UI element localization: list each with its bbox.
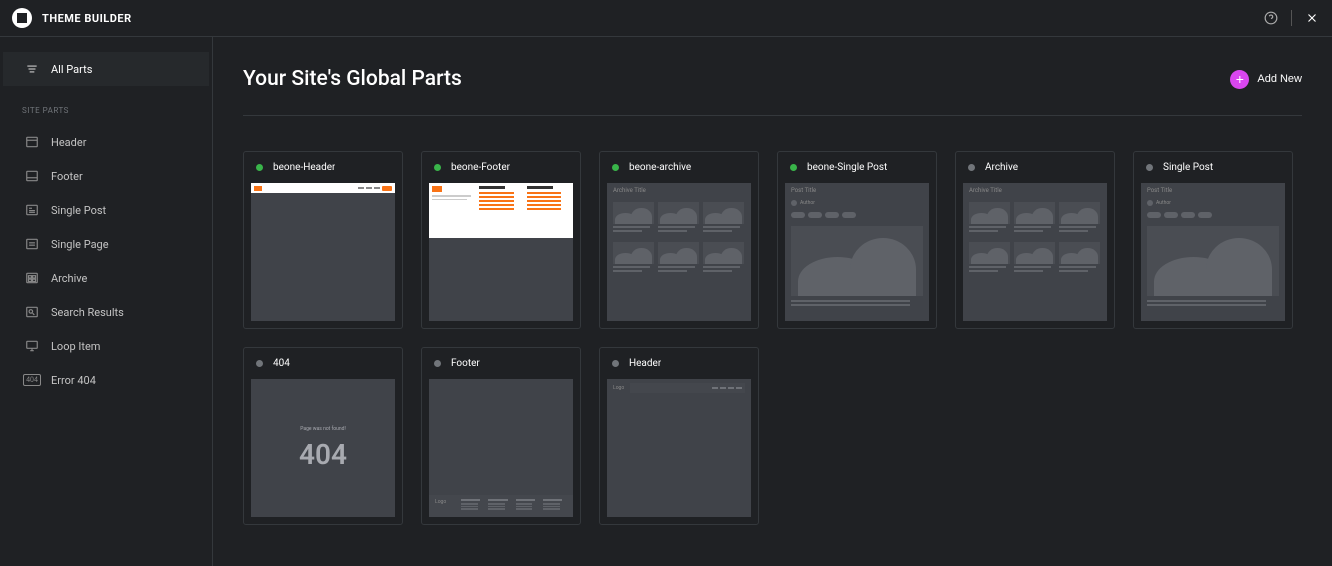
app-title: THEME BUILDER — [42, 12, 132, 25]
status-dot-inactive — [1146, 164, 1153, 171]
card-preview: Archive Title — [607, 183, 751, 321]
add-new-label: Add New — [1257, 73, 1302, 85]
add-new-button[interactable]: + Add New — [1230, 70, 1302, 89]
error-404-icon: 404 — [25, 373, 39, 387]
sidebar-item-label: Header — [51, 136, 86, 149]
card-title: Footer — [451, 358, 480, 369]
template-card[interactable]: beone-Header — [243, 151, 403, 329]
sidebar-item-label: Single Post — [51, 204, 106, 217]
help-icon[interactable] — [1263, 10, 1279, 26]
archive-icon — [25, 271, 39, 285]
card-preview — [429, 183, 573, 321]
app-header: E THEME BUILDER — [0, 0, 1332, 37]
sidebar-item-label: Search Results — [51, 306, 124, 319]
card-preview: Post Title Author — [1141, 183, 1285, 321]
header-icon — [25, 135, 39, 149]
card-header: Header — [600, 348, 758, 379]
status-dot-inactive — [612, 360, 619, 367]
card-header: Single Post — [1134, 152, 1292, 183]
sidebar-item-all-parts[interactable]: All Parts — [3, 52, 209, 86]
card-header: beone-Single Post — [778, 152, 936, 183]
card-header: 404 — [244, 348, 402, 379]
template-card[interactable]: Archive Archive Title — [955, 151, 1115, 329]
card-title: 404 — [273, 358, 290, 369]
card-title: beone-Header — [273, 162, 335, 173]
card-preview: Logo — [607, 379, 751, 517]
all-parts-icon — [25, 62, 39, 76]
sidebar-item-label: Single Page — [51, 238, 109, 251]
card-title: Header — [629, 358, 661, 369]
plus-icon: + — [1230, 70, 1249, 89]
header-right — [1263, 10, 1320, 26]
template-card[interactable]: Header Logo — [599, 347, 759, 525]
card-preview: Page was not found! 404 — [251, 379, 395, 517]
card-preview: Archive Title — [963, 183, 1107, 321]
sidebar-item-single-page[interactable]: Single Page — [3, 227, 209, 261]
template-card[interactable]: beone-archive Archive Title — [599, 151, 759, 329]
footer-icon — [25, 169, 39, 183]
sidebar-item-label: Archive — [51, 272, 87, 285]
status-dot-inactive — [434, 360, 441, 367]
sidebar-item-loop-item[interactable]: Loop Item — [3, 329, 209, 363]
search-results-icon — [25, 305, 39, 319]
sidebar-item-footer[interactable]: Footer — [3, 159, 209, 193]
header-left: E THEME BUILDER — [12, 8, 132, 28]
card-preview: Logo — [429, 379, 573, 517]
card-title: Single Post — [1163, 162, 1213, 173]
card-preview — [251, 183, 395, 321]
template-card[interactable]: beone-Single Post Post Title Author — [777, 151, 937, 329]
sidebar-item-archive[interactable]: Archive — [3, 261, 209, 295]
sidebar-item-header[interactable]: Header — [3, 125, 209, 159]
header-divider — [1291, 10, 1292, 26]
card-title: beone-Footer — [451, 162, 510, 173]
loop-item-icon — [25, 339, 39, 353]
sidebar-item-label: All Parts — [51, 63, 92, 76]
card-title: beone-Single Post — [807, 162, 887, 173]
main-content: Your Site's Global Parts + Add New beone… — [213, 37, 1332, 566]
sidebar: All Parts SITE PARTS Header Footer Singl… — [0, 37, 213, 566]
cards-grid: beone-Header beone-Footer — [243, 151, 1302, 525]
card-header: Archive — [956, 152, 1114, 183]
sidebar-item-search-results[interactable]: Search Results — [3, 295, 209, 329]
card-header: beone-Header — [244, 152, 402, 183]
single-page-icon — [25, 237, 39, 251]
template-card[interactable]: Single Post Post Title Author — [1133, 151, 1293, 329]
elementor-logo[interactable]: E — [12, 8, 32, 28]
template-card[interactable]: Footer Logo — [421, 347, 581, 525]
card-title: Archive — [985, 162, 1018, 173]
card-header: beone-archive — [600, 152, 758, 183]
sidebar-section-label: SITE PARTS — [0, 86, 212, 125]
sidebar-item-label: Error 404 — [51, 374, 96, 387]
template-card[interactable]: 404 Page was not found! 404 — [243, 347, 403, 525]
sidebar-item-error-404[interactable]: 404 Error 404 — [3, 363, 209, 397]
main-container: All Parts SITE PARTS Header Footer Singl… — [0, 37, 1332, 566]
single-post-icon — [25, 203, 39, 217]
sidebar-item-label: Loop Item — [51, 340, 100, 353]
sidebar-item-single-post[interactable]: Single Post — [3, 193, 209, 227]
status-dot-active — [434, 164, 441, 171]
status-dot-inactive — [256, 360, 263, 367]
card-preview: Post Title Author — [785, 183, 929, 321]
card-header: Footer — [422, 348, 580, 379]
status-dot-active — [612, 164, 619, 171]
status-dot-active — [790, 164, 797, 171]
status-dot-inactive — [968, 164, 975, 171]
main-header: Your Site's Global Parts + Add New — [243, 67, 1302, 116]
status-dot-active — [256, 164, 263, 171]
close-icon[interactable] — [1304, 10, 1320, 26]
card-header: beone-Footer — [422, 152, 580, 183]
page-title: Your Site's Global Parts — [243, 67, 462, 91]
card-title: beone-archive — [629, 162, 691, 173]
template-card[interactable]: beone-Footer — [421, 151, 581, 329]
sidebar-item-label: Footer — [51, 170, 83, 183]
